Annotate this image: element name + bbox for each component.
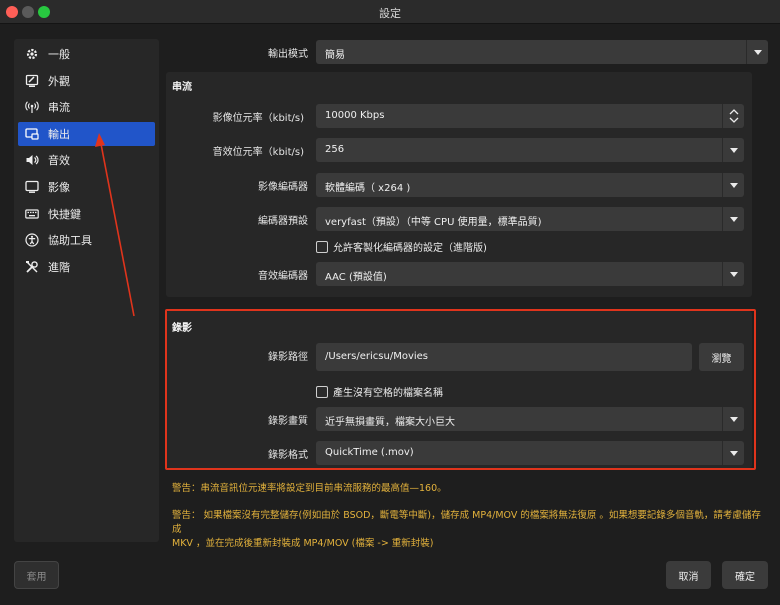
sidebar-item-label: 快捷鍵 xyxy=(48,208,81,221)
chevron-down-icon xyxy=(722,207,744,231)
streaming-panel: 串流 影像位元率（kbit/s) 10000 Kbps 音效位元率（kbit/s… xyxy=(166,72,752,297)
sidebar-item-label: 一般 xyxy=(48,48,70,61)
sidebar-item-video[interactable]: 影像 xyxy=(18,175,155,199)
sidebar-item-label: 串流 xyxy=(48,101,70,114)
audio-bitrate-warning: 警告：串流音訊位元速率將設定到目前串流服務的最高值—160。 xyxy=(172,483,447,494)
recording-highlight-box xyxy=(165,309,756,470)
sidebar-item-output[interactable]: 輸出 xyxy=(18,122,155,146)
sidebar-item-label: 音效 xyxy=(48,154,70,167)
video-encoder-value: 軟體編碼（ x264 ) xyxy=(325,183,411,194)
sidebar-item-label: 協助工具 xyxy=(48,234,92,247)
audio-encoder-value: AAC (預設值) xyxy=(325,272,387,283)
audio-bitrate-label: 音效位元率（kbit/s) xyxy=(212,147,304,158)
chevron-down-icon xyxy=(722,262,744,286)
video-bitrate-label: 影像位元率（kbit/s) xyxy=(212,113,304,124)
chevron-down-icon xyxy=(722,138,744,162)
window-title: 設定 xyxy=(379,7,401,20)
sidebar: 一般 外觀 串流 輸出 音效 影像 快捷鍵 協助工具 進階 xyxy=(14,39,159,542)
custom-encoder-checkbox[interactable]: 允許客製化編碼器的設定（進階版) xyxy=(316,239,487,254)
audio-bitrate-value: 256 xyxy=(325,144,345,155)
encoder-preset-select[interactable]: veryfast（預設）（中等 CPU 使用量，標準品質) xyxy=(316,207,744,231)
tools-icon xyxy=(24,259,40,275)
video-bitrate-spinbox[interactable]: 10000 Kbps xyxy=(316,104,744,128)
encoder-preset-label: 編碼器預設 xyxy=(258,216,308,227)
output-mode-label: 輸出模式 xyxy=(268,49,308,60)
sidebar-item-label: 輸出 xyxy=(48,128,70,141)
file-recovery-warning-line1: 警告： 如果檔案沒有完整儲存(例如由於 BSOD，斷電等中斷)，儲存成 MP4/… xyxy=(172,510,761,535)
apply-button[interactable]: 套用 xyxy=(14,561,59,589)
sidebar-item-audio[interactable]: 音效 xyxy=(18,148,155,172)
sidebar-item-label: 進階 xyxy=(48,261,70,274)
accessibility-icon xyxy=(24,232,40,248)
sidebar-item-appearance[interactable]: 外觀 xyxy=(18,69,155,93)
encoder-preset-value: veryfast（預設）（中等 CPU 使用量，標準品質) xyxy=(325,217,542,228)
appearance-icon xyxy=(24,73,40,89)
file-recovery-warning: 警告： 如果檔案沒有完整儲存(例如由於 BSOD，斷電等中斷)，儲存成 MP4/… xyxy=(172,509,762,551)
chevron-down-icon xyxy=(746,40,768,64)
video-bitrate-value: 10000 Kbps xyxy=(325,110,385,121)
video-encoder-select[interactable]: 軟體編碼（ x264 ) xyxy=(316,173,744,197)
sidebar-item-label: 外觀 xyxy=(48,75,70,88)
sidebar-item-advanced[interactable]: 進階 xyxy=(18,255,155,279)
output-mode-select[interactable]: 簡易 xyxy=(316,40,768,64)
audio-encoder-select[interactable]: AAC (預設值) xyxy=(316,262,744,286)
monitor-icon xyxy=(24,179,40,195)
checkbox-box[interactable] xyxy=(316,240,328,253)
sidebar-item-general[interactable]: 一般 xyxy=(18,42,155,66)
custom-encoder-checkbox-label: 允許客製化編碼器的設定（進階版) xyxy=(333,243,487,254)
output-icon xyxy=(24,126,40,142)
output-settings: 輸出模式 簡易 串流 影像位元率（kbit/s) 10000 Kbps 音效位元… xyxy=(165,39,768,549)
gear-icon xyxy=(24,46,40,62)
audio-bitrate-select[interactable]: 256 xyxy=(316,138,744,162)
chevron-down-icon xyxy=(722,173,744,197)
speaker-icon xyxy=(24,152,40,168)
file-recovery-warning-line2: MKV ，並在完成後重新封裝成 MP4/MOV (檔案 -> 重新封裝) xyxy=(172,538,434,549)
audio-encoder-label: 音效編碼器 xyxy=(258,271,308,282)
sidebar-item-hotkeys[interactable]: 快捷鍵 xyxy=(18,202,155,226)
streaming-section-title: 串流 xyxy=(172,82,192,93)
output-mode-value: 簡易 xyxy=(325,50,345,61)
sidebar-item-label: 影像 xyxy=(48,181,70,194)
keyboard-icon xyxy=(24,206,40,222)
video-encoder-label: 影像編碼器 xyxy=(258,182,308,193)
broadcast-icon xyxy=(24,99,40,115)
sidebar-item-stream[interactable]: 串流 xyxy=(18,95,155,119)
title-bar: 設定 xyxy=(0,0,780,24)
cancel-button[interactable]: 取消 xyxy=(666,561,711,589)
stepper-icon[interactable] xyxy=(722,104,744,128)
sidebar-item-accessibility[interactable]: 協助工具 xyxy=(18,228,155,252)
ok-button[interactable]: 確定 xyxy=(722,561,768,589)
